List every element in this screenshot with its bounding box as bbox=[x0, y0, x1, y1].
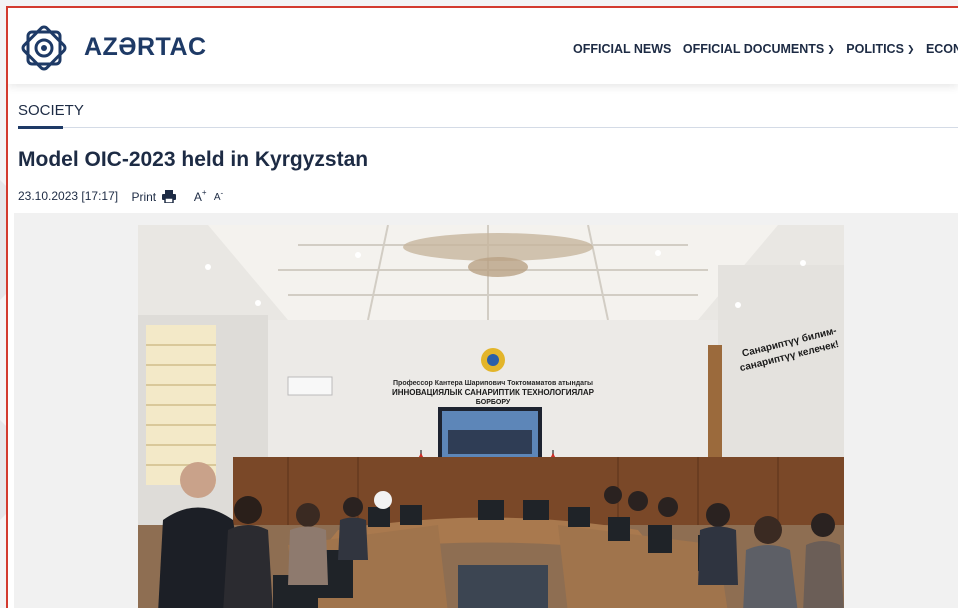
sign-line-3: БОРБОРУ bbox=[476, 399, 511, 406]
font-increase-button[interactable]: A+ bbox=[194, 188, 207, 204]
article-photo-panel: Профессор Кантера Шарипович Токтомаматов… bbox=[14, 213, 958, 608]
nav-item-politics[interactable]: POLITICS ❯ bbox=[846, 42, 914, 56]
article-photo: Профессор Кантера Шарипович Токтомаматов… bbox=[138, 225, 844, 608]
azertac-logo-icon[interactable] bbox=[18, 22, 70, 74]
nav-item-economy[interactable]: ECON bbox=[926, 42, 958, 56]
sign-line-1: Профессор Кантера Шарипович Токтомаматов… bbox=[393, 380, 593, 387]
nav-item-label: OFFICIAL NEWS bbox=[573, 42, 672, 56]
print-button[interactable]: Print bbox=[131, 189, 179, 203]
article-meta: 23.10.2023 [17:17] Print A+ A- bbox=[18, 188, 223, 204]
main-nav: OFFICIAL NEWS OFFICIAL DOCUMENTS ❯ POLITI… bbox=[573, 40, 958, 58]
section-link[interactable]: SOCIETY bbox=[18, 102, 84, 119]
font-decrease-button[interactable]: A- bbox=[214, 189, 223, 203]
nav-item-label: POLITICS bbox=[846, 42, 904, 56]
section-divider bbox=[18, 127, 958, 128]
nav-item-official-news[interactable]: OFFICIAL NEWS bbox=[573, 42, 671, 56]
article-title: Model OIC-2023 held in Kyrgyzstan bbox=[18, 148, 369, 171]
brand-name[interactable]: AZƏRTAC bbox=[84, 33, 207, 62]
nav-item-label: OFFICIAL DOCUMENTS bbox=[682, 42, 825, 56]
chevron-down-icon: ❯ bbox=[827, 44, 835, 54]
printer-icon bbox=[162, 189, 177, 203]
sign-line-2: ИННОВАЦИЯЛЫК САНАРИПТИК ТЕХНОЛОГИЯЛАР bbox=[392, 388, 595, 397]
chevron-down-icon: ❯ bbox=[906, 44, 915, 54]
nav-item-label: ECON bbox=[925, 42, 958, 56]
article-datetime: 23.10.2023 [17:17] bbox=[18, 188, 119, 203]
page-frame: AZƏRTAC OFFICIAL NEWS OFFICIAL DOCUMENTS… bbox=[6, 6, 958, 608]
site-header: AZƏRTAC OFFICIAL NEWS OFFICIAL DOCUMENTS… bbox=[8, 8, 958, 84]
section-underline bbox=[18, 126, 63, 129]
nav-item-official-documents[interactable]: OFFICIAL DOCUMENTS ❯ bbox=[683, 42, 835, 56]
print-label: Print bbox=[131, 189, 157, 204]
